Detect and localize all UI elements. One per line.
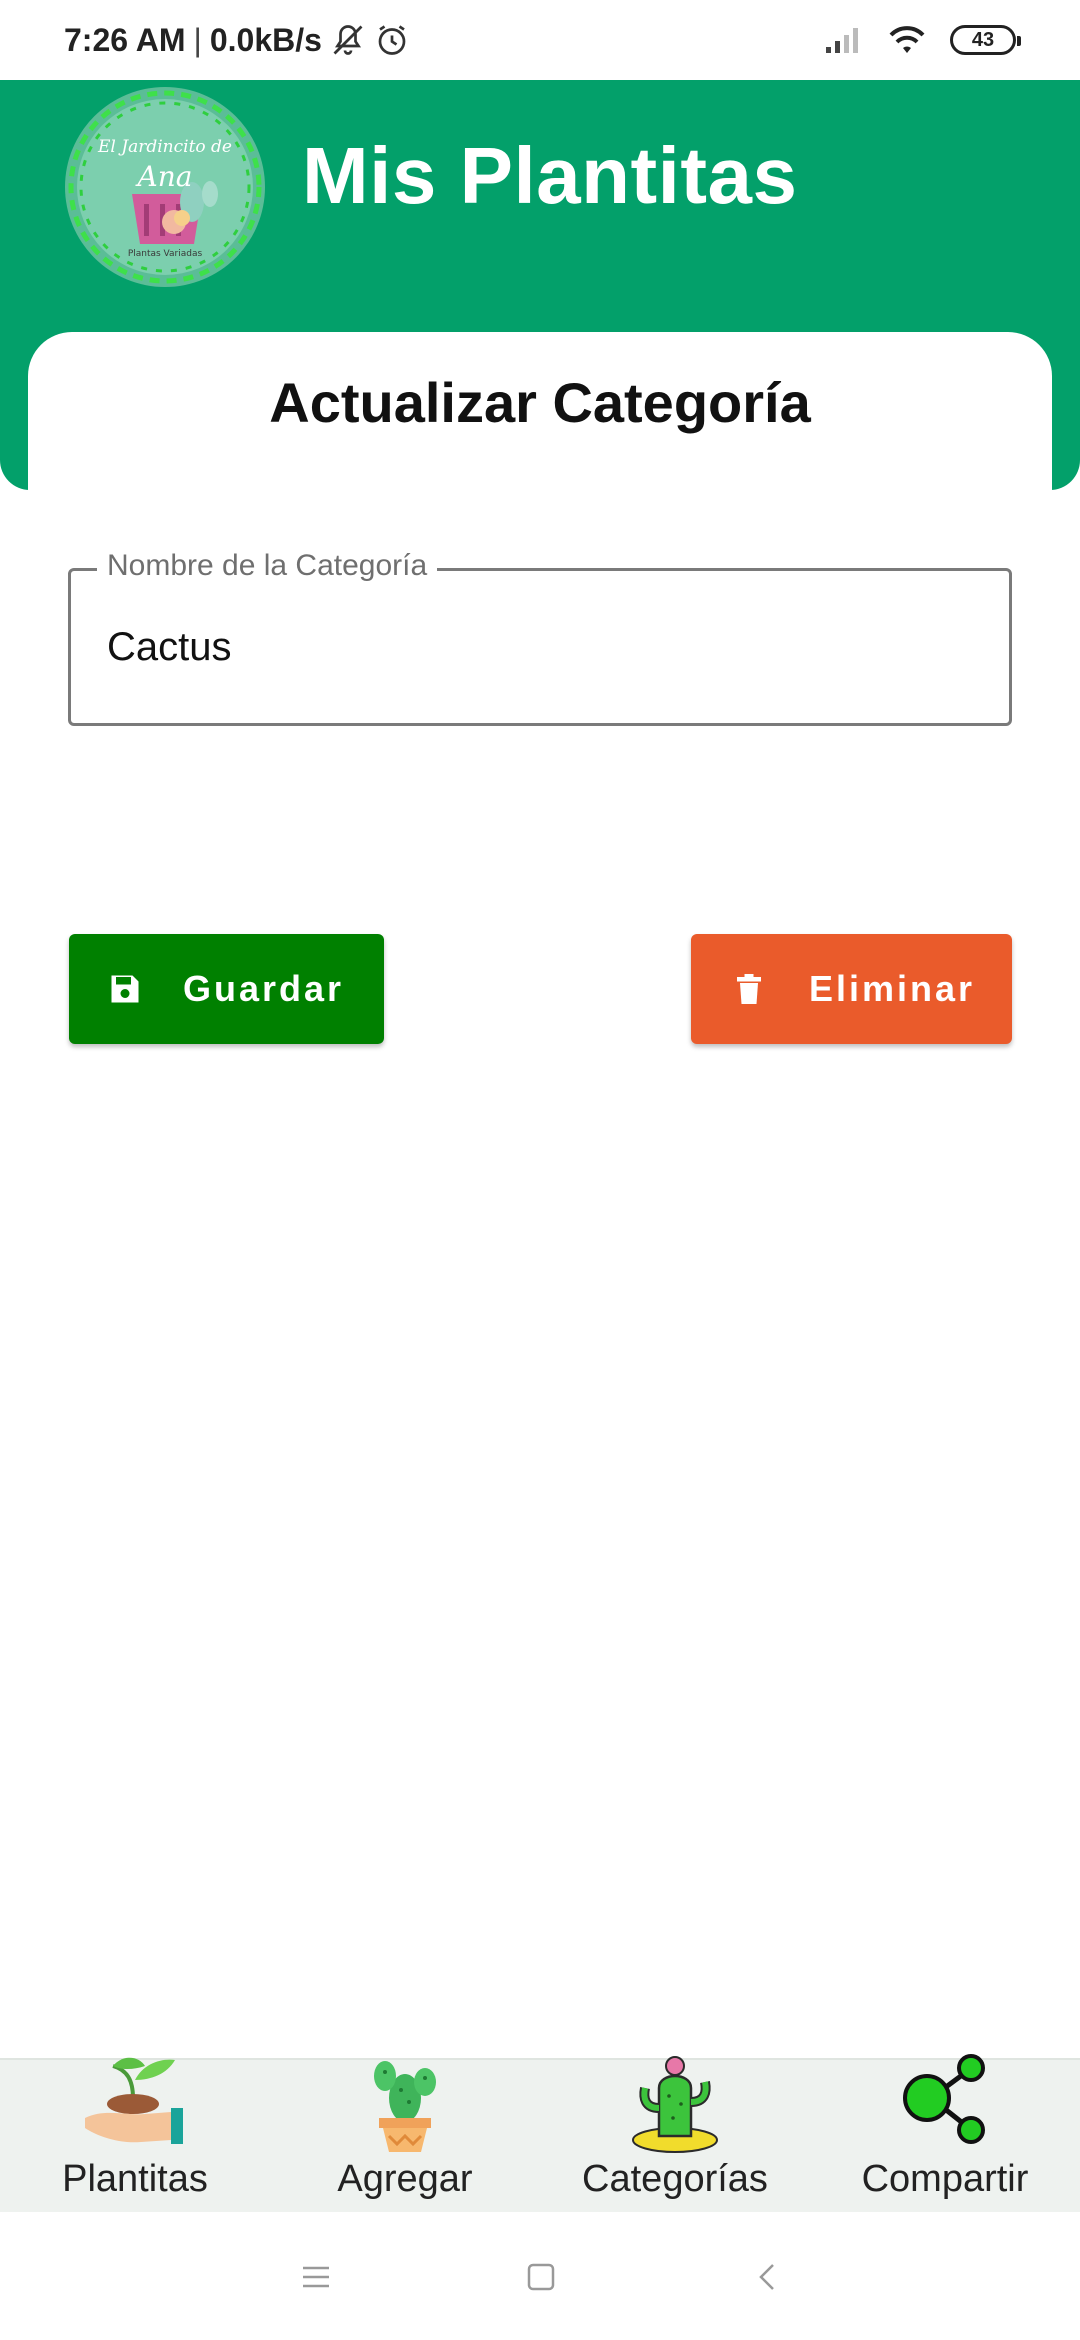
svg-text:Plantas Variadas: Plantas Variadas — [128, 249, 203, 259]
category-name-field[interactable]: Nombre de la Categoría — [68, 549, 1012, 726]
status-bar: 7:26 AM | 0.0kB/s 43 — [0, 0, 1080, 80]
nav-item-agregar[interactable]: Agregar — [270, 2060, 540, 2214]
cactus-flower-icon — [615, 2036, 735, 2156]
wifi-icon — [886, 23, 928, 57]
trash-icon — [731, 971, 767, 1007]
floppy-disk-icon — [107, 971, 143, 1007]
status-net-speed: 0.0kB/s — [209, 21, 322, 58]
alarm-icon — [374, 22, 410, 58]
nav-label-compartir: Compartir — [861, 2158, 1029, 2200]
signal-icon — [824, 25, 864, 55]
potted-cactus-icon — [345, 2036, 465, 2156]
system-nav-bar — [0, 2212, 1080, 2340]
plant-hand-icon — [75, 2036, 195, 2156]
page-title: Actualizar Categoría — [269, 371, 811, 434]
status-right: 43 — [824, 20, 1021, 60]
svg-text:Ana: Ana — [135, 160, 193, 193]
battery-level: 43 — [971, 28, 995, 51]
nav-item-compartir[interactable]: Compartir — [810, 2054, 1080, 2214]
status-left: 7:26 AM | 0.0kB/s — [64, 18, 410, 62]
battery-icon: 43 — [950, 25, 1021, 55]
nav-label-categorias: Categorías — [582, 2158, 768, 2200]
svg-text:El Jardincito de: El Jardincito de — [97, 137, 232, 157]
bottom-nav: Plantitas Agregar Categorías Compartir — [0, 2054, 1080, 2214]
nav-label-agregar: Agregar — [337, 2158, 473, 2200]
save-button-label: Guardar — [183, 968, 345, 1009]
status-separator: | — [193, 21, 202, 58]
status-time: 7:26 AM — [64, 21, 186, 58]
category-name-label: Nombre de la Categoría — [97, 549, 438, 583]
nav-item-categorias[interactable]: Categorías — [540, 2056, 810, 2214]
menu-icon[interactable] — [299, 2260, 333, 2294]
home-icon[interactable] — [524, 2260, 558, 2294]
back-icon[interactable] — [750, 2260, 784, 2294]
app-title: Mis Plantitas — [302, 131, 798, 220]
mute-icon — [330, 22, 366, 58]
nav-item-plantitas[interactable]: Plantitas — [0, 2057, 270, 2214]
share-icon — [885, 2036, 1005, 2156]
category-name-input[interactable] — [107, 615, 967, 679]
save-button[interactable]: Guardar — [69, 934, 384, 1044]
nav-label-plantitas: Plantitas — [62, 2158, 208, 2200]
app-logo: El Jardincito de Ana Plantas Variadas — [62, 84, 268, 290]
delete-button[interactable]: Eliminar — [691, 934, 1012, 1044]
delete-button-label: Eliminar — [809, 968, 976, 1009]
